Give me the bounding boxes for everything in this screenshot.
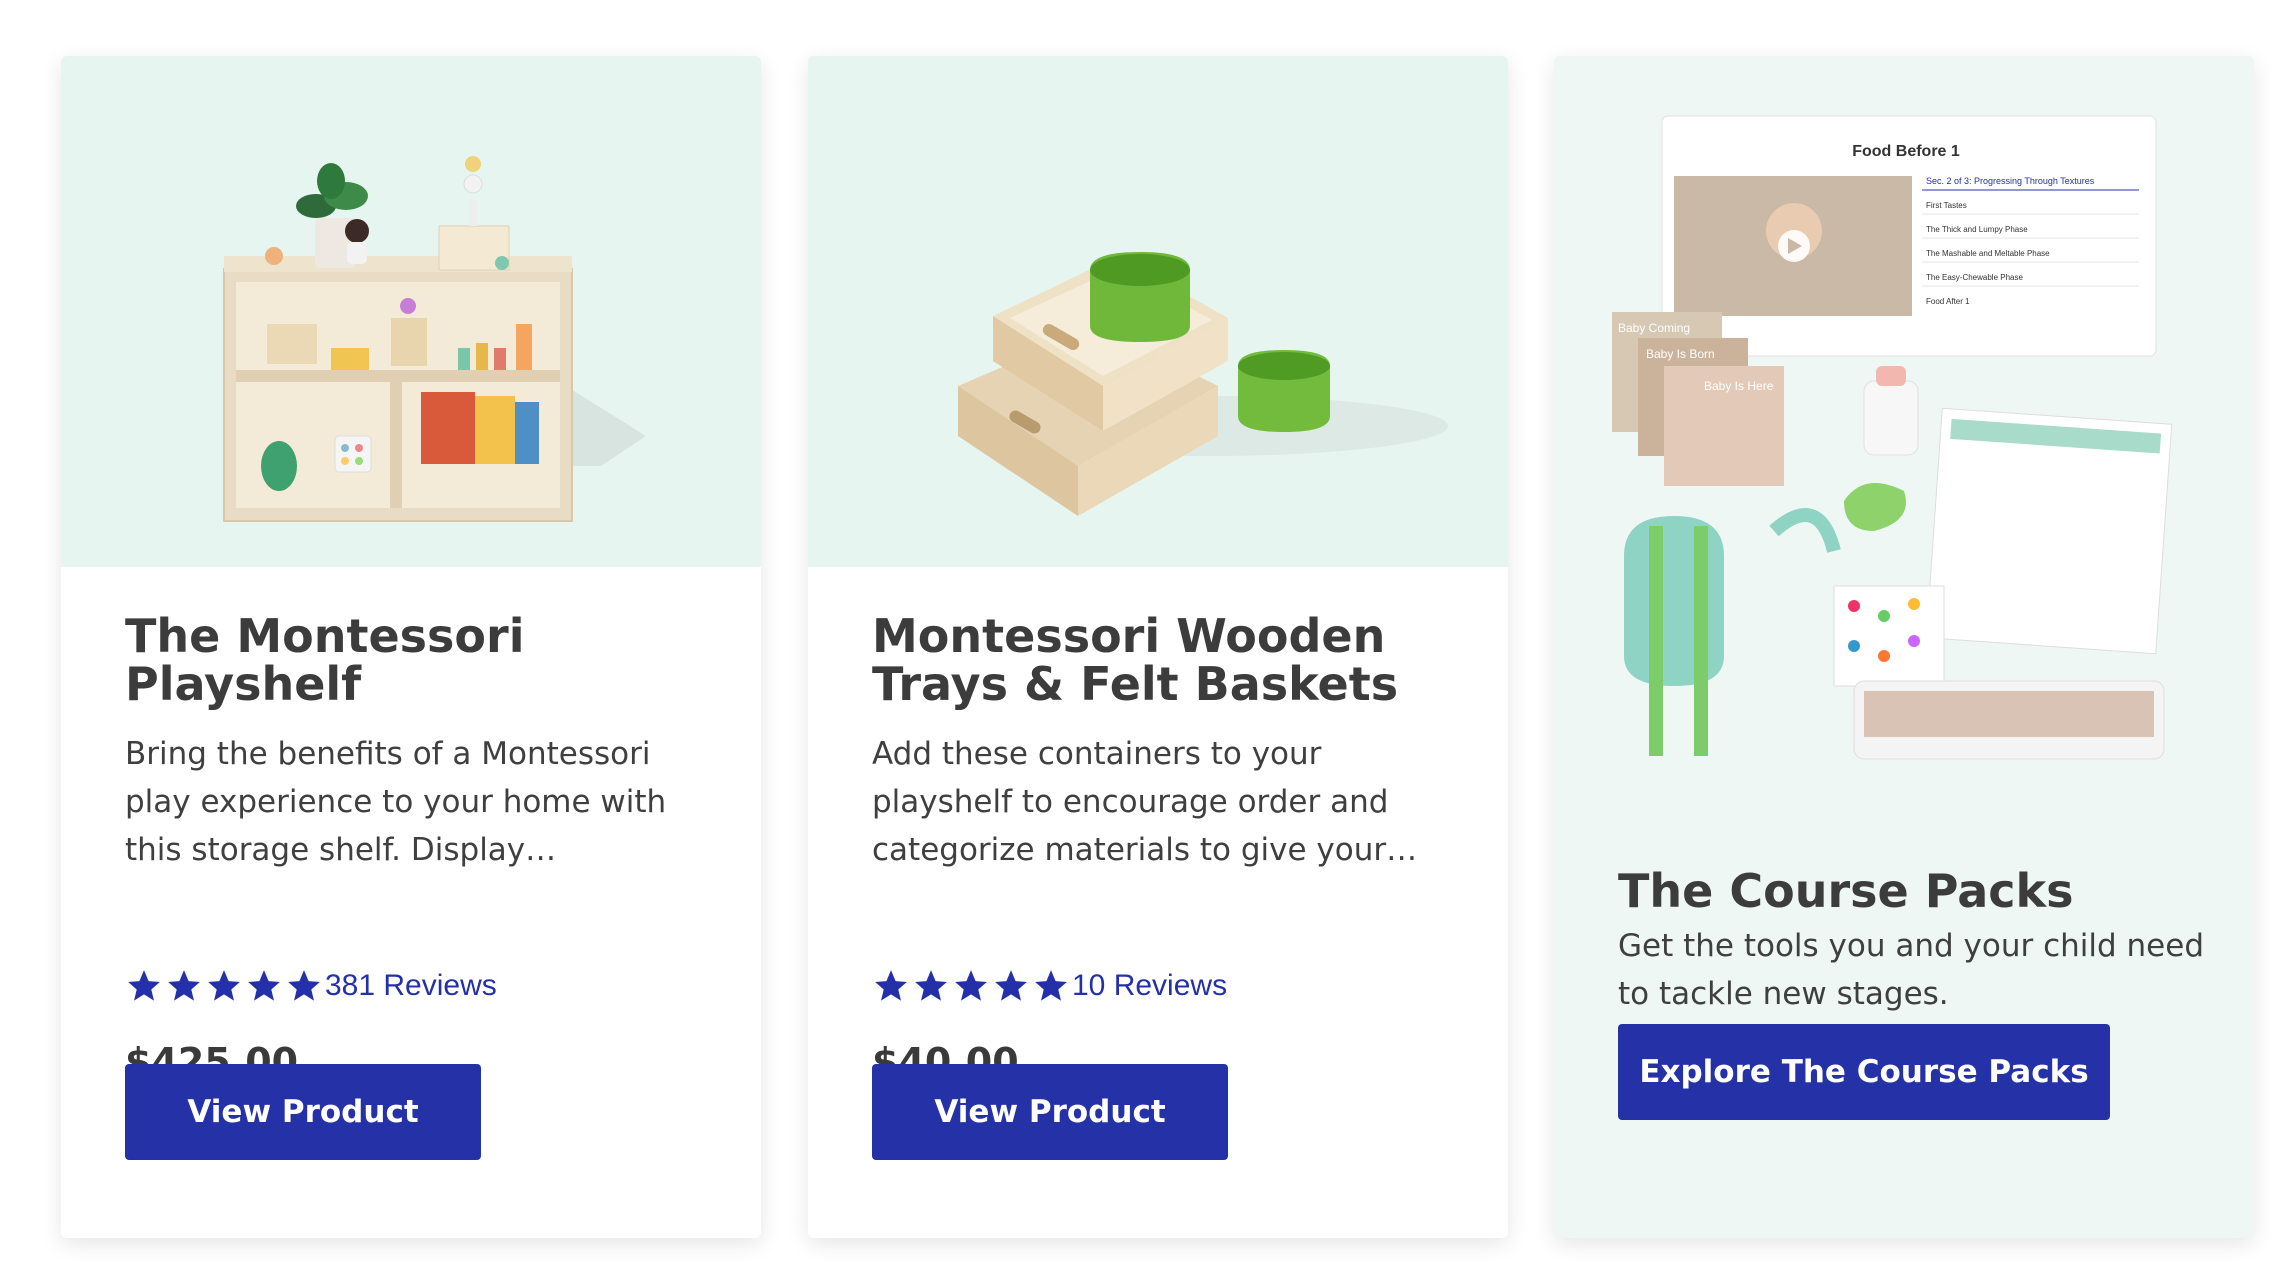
star-icon <box>995 970 1027 1001</box>
star-icon <box>288 970 320 1001</box>
collage-card-label: Baby Coming <box>1618 321 1690 335</box>
star-icon <box>208 970 240 1001</box>
preview-lesson: The Thick and Lumpy Phase <box>1926 225 2028 234</box>
course-packs-title[interactable]: The Course Packs <box>1618 864 2074 918</box>
preview-section-label: Sec. 2 of 3: Progressing Through Texture… <box>1926 176 2095 186</box>
preview-window-title: Food Before 1 <box>1852 143 1960 160</box>
collage-card-label: Baby Is Here <box>1704 379 1774 393</box>
star-icon <box>1035 970 1067 1001</box>
product-card-trays[interactable]: Montessori Wooden Trays & Felt Baskets A… <box>808 56 1508 1238</box>
star-icon <box>915 970 947 1001</box>
product-title[interactable]: Montessori Wooden Trays & Felt Baskets <box>872 612 1462 708</box>
playshelf-illustration <box>223 156 646 522</box>
product-image[interactable] <box>808 56 1508 567</box>
reviews-link[interactable]: 10 Reviews <box>1072 969 1227 1003</box>
star-rating <box>872 967 1070 1005</box>
preview-lesson: The Easy-Chewable Phase <box>1926 273 2023 282</box>
view-product-button[interactable]: View Product <box>125 1064 481 1160</box>
reviews-link[interactable]: 381 Reviews <box>325 969 497 1003</box>
rating: 10 Reviews <box>872 964 1227 1008</box>
star-icon <box>955 970 987 1001</box>
product-image[interactable] <box>61 56 761 567</box>
trays-baskets-illustration <box>958 252 1448 516</box>
rating: 381 Reviews <box>125 964 497 1008</box>
star-rating <box>125 967 323 1005</box>
course-packs-collage: Food Before 1 Sec. 2 of 3: Progressing T… <box>1612 115 2173 760</box>
product-card-playshelf[interactable]: The Montessori Playshelf Bring the benef… <box>61 56 761 1238</box>
star-icon <box>128 970 160 1001</box>
course-packs-card[interactable]: Food Before 1 Sec. 2 of 3: Progressing T… <box>1554 56 2254 1238</box>
collage-card-label: Baby Is Born <box>1646 347 1715 361</box>
star-icon <box>248 970 280 1001</box>
preview-lesson: First Tastes <box>1926 201 1967 210</box>
preview-lesson: Food After 1 <box>1926 297 1970 306</box>
star-icon <box>168 970 200 1001</box>
course-packs-description: Get the tools you and your child need to… <box>1618 928 2205 1012</box>
view-product-button[interactable]: View Product <box>872 1064 1228 1160</box>
star-icon <box>875 970 907 1001</box>
product-title[interactable]: The Montessori Playshelf <box>125 612 715 708</box>
preview-lesson: The Mashable and Meltable Phase <box>1926 249 2050 258</box>
product-description: Add these containers to your playshelf t… <box>872 736 1418 868</box>
product-description: Bring the benefits of a Montessori play … <box>125 736 667 868</box>
explore-course-packs-button[interactable]: Explore The Course Packs <box>1618 1024 2110 1120</box>
